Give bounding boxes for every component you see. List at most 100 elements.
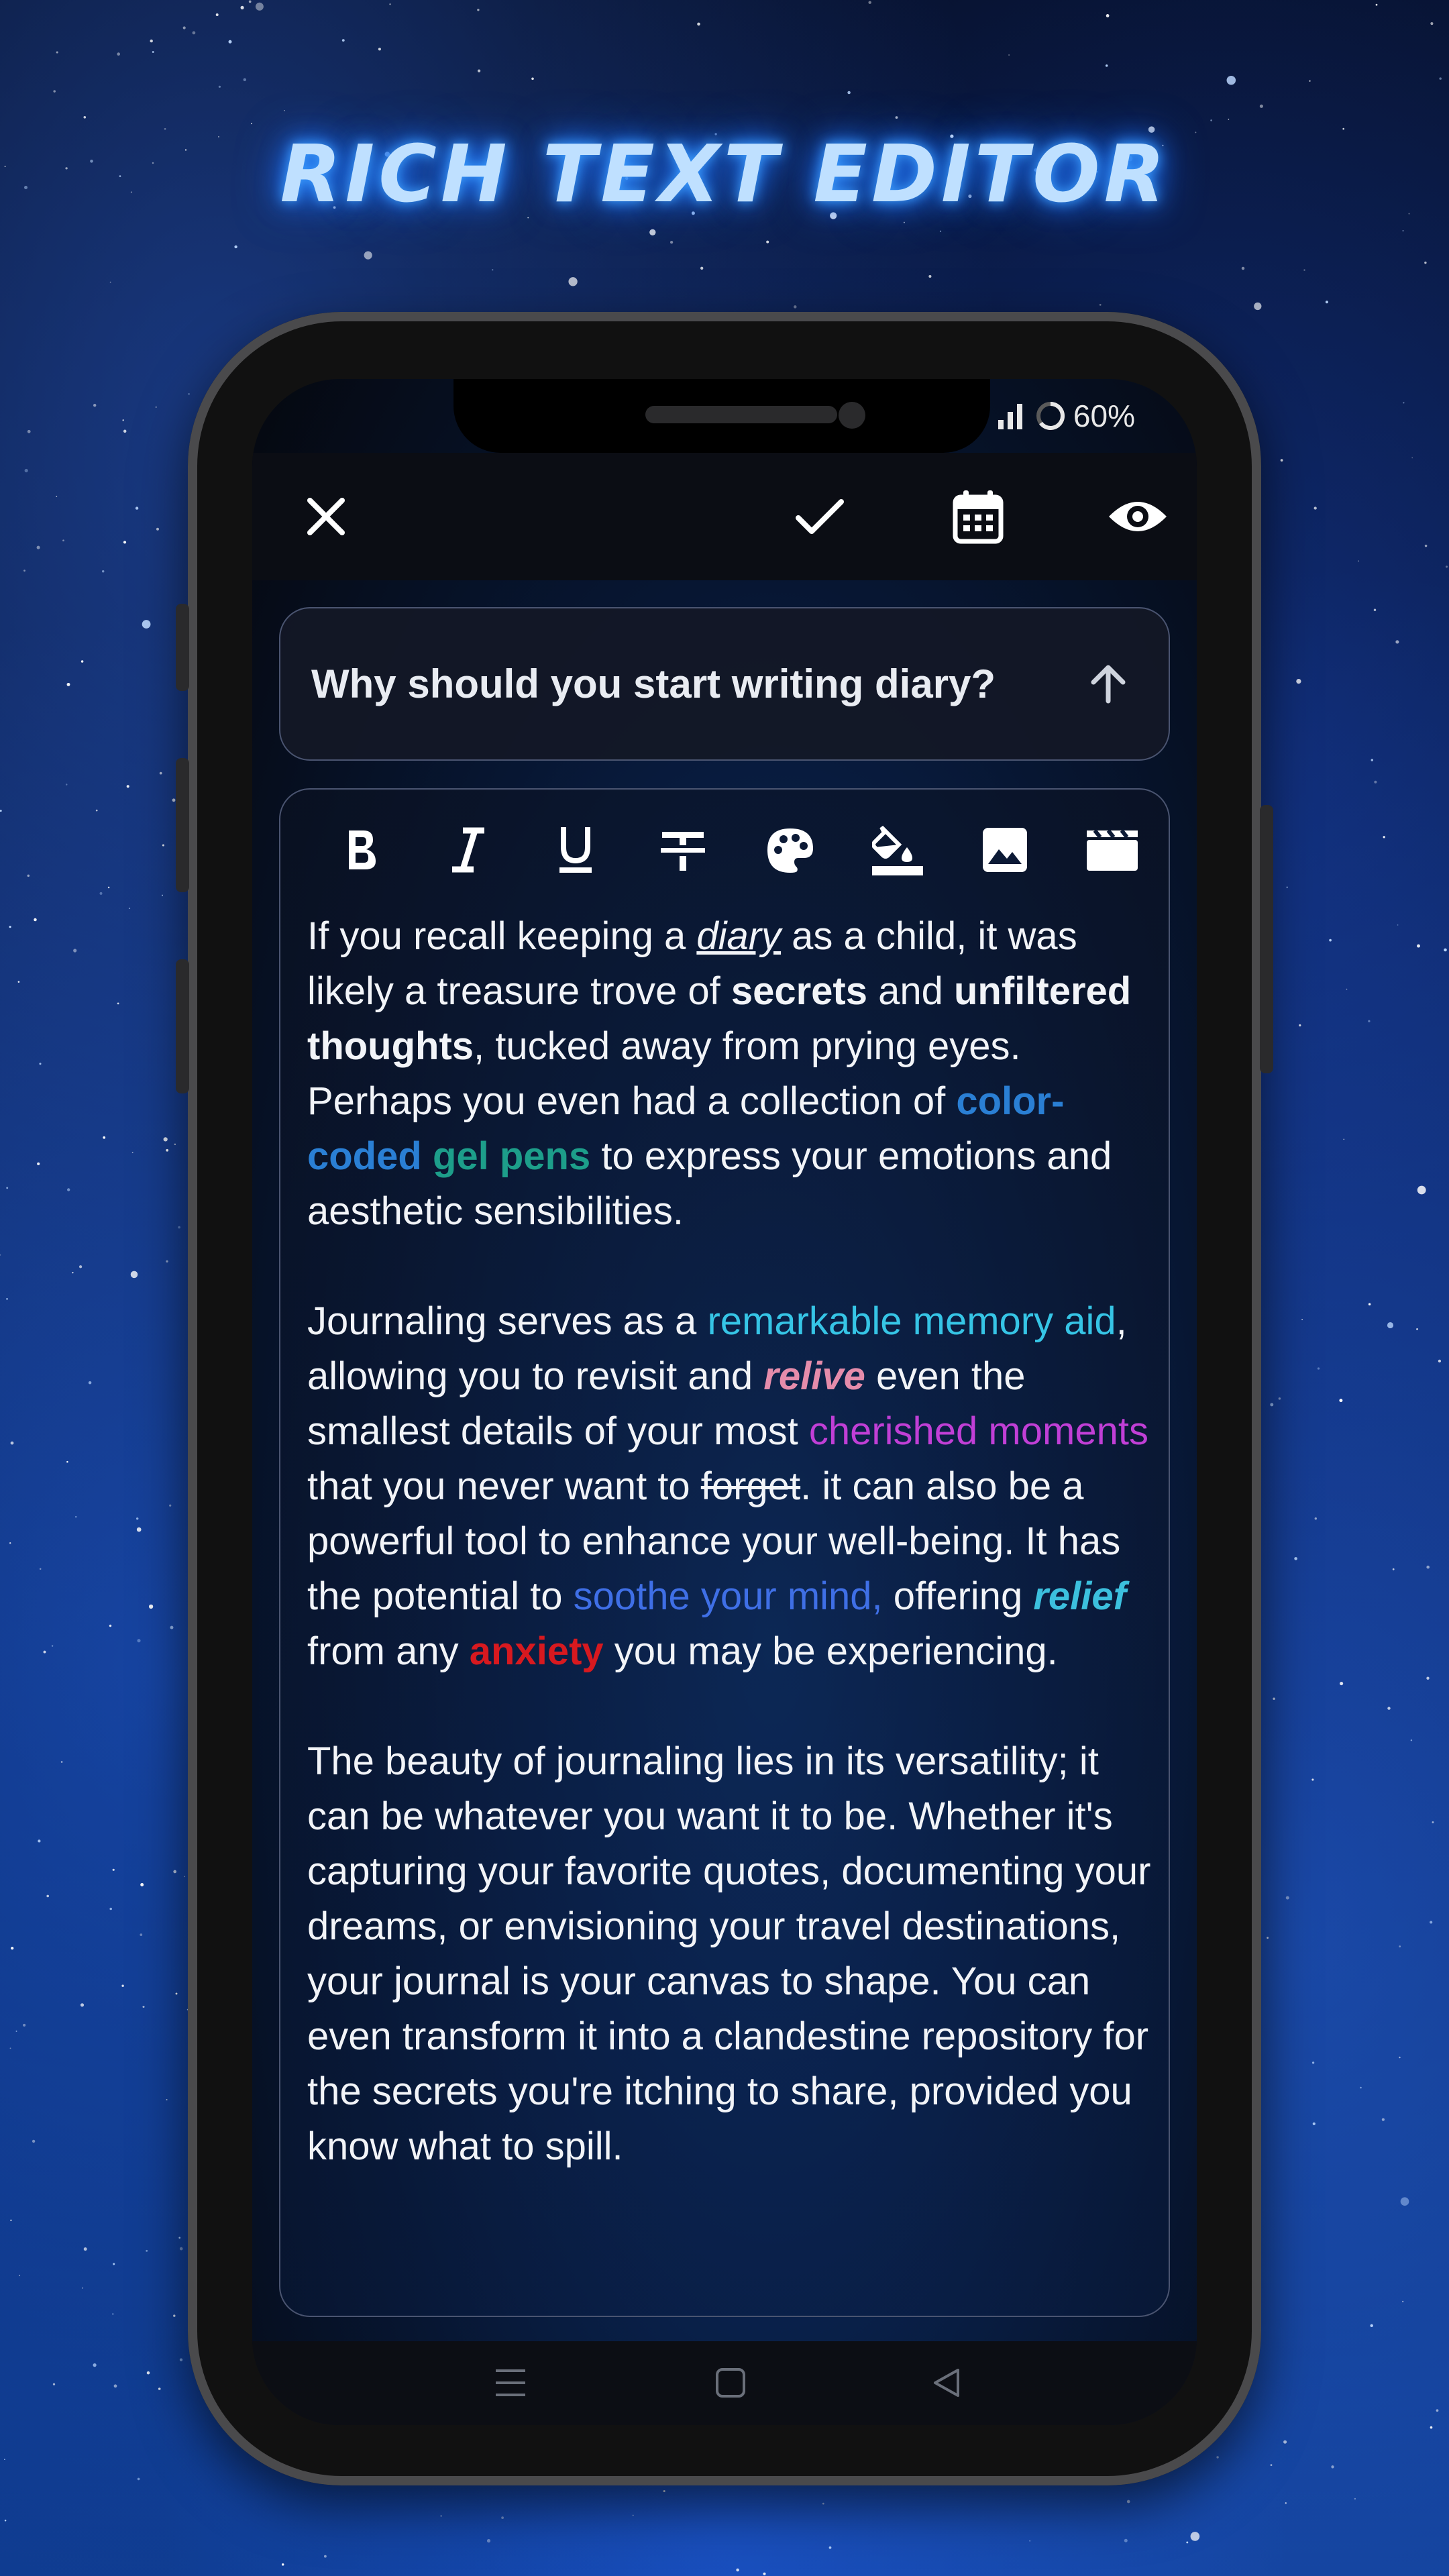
star <box>1283 2440 1287 2444</box>
star <box>46 1894 50 1898</box>
star <box>37 1162 40 1166</box>
star <box>23 570 25 572</box>
star <box>1216 2456 1219 2459</box>
insert-image-button[interactable] <box>965 810 1045 890</box>
star <box>192 31 196 35</box>
star <box>1373 608 1377 612</box>
star <box>9 926 11 928</box>
star <box>1430 1921 1433 1924</box>
star <box>492 269 494 271</box>
star <box>1392 1568 1395 1570</box>
star <box>67 1188 70 1191</box>
star <box>166 1260 168 1263</box>
star <box>62 539 64 542</box>
italic-button[interactable] <box>428 810 508 890</box>
save-button[interactable] <box>780 476 860 557</box>
star <box>11 1946 14 1950</box>
star <box>243 78 247 82</box>
star <box>736 2568 739 2572</box>
underline-button[interactable] <box>535 810 616 890</box>
text-run-colored: soothe your mind, <box>573 1574 883 1618</box>
signal-icon <box>998 404 1022 429</box>
star <box>486 2538 491 2543</box>
star <box>27 874 30 877</box>
star <box>1314 1517 1317 1520</box>
menu-nav-button[interactable] <box>480 2356 541 2410</box>
star <box>251 123 252 125</box>
star <box>1299 1024 1301 1027</box>
star <box>80 660 84 663</box>
star <box>6 1298 8 1300</box>
star <box>170 1625 174 1629</box>
text-run-colored: gel pens <box>432 1134 591 1178</box>
collapse-button[interactable] <box>1075 650 1142 717</box>
rich-text-editor[interactable]: If you recall keeping a diary as a child… <box>279 788 1170 2317</box>
star <box>1403 402 1405 404</box>
eye-icon <box>1109 502 1167 531</box>
star <box>649 229 656 235</box>
battery-icon <box>1036 401 1065 430</box>
star <box>1399 1945 1401 1947</box>
preview-button[interactable] <box>1097 476 1178 557</box>
editor-content[interactable]: If you recall keeping a diary as a child… <box>307 909 1152 2229</box>
star <box>568 277 578 286</box>
date-button[interactable] <box>938 476 1018 557</box>
star <box>6 1187 9 1189</box>
star <box>23 2023 26 2027</box>
back-nav-button[interactable] <box>916 2356 977 2410</box>
text-color-button[interactable] <box>750 810 830 890</box>
star <box>1383 836 1385 839</box>
star <box>1340 1682 1344 1686</box>
text-run: The beauty of journaling lies in its ver… <box>307 1739 1151 2168</box>
star <box>281 2563 284 2566</box>
home-nav-button[interactable] <box>700 2356 761 2410</box>
star <box>156 527 159 531</box>
star <box>82 2287 84 2289</box>
star <box>137 1639 141 1643</box>
text-run: that you never want to <box>307 1464 701 1508</box>
star <box>178 1226 180 1229</box>
star <box>868 1 871 4</box>
promo-title: Rich Text Editor <box>280 127 1169 220</box>
star <box>284 110 285 111</box>
star <box>1106 14 1110 17</box>
star <box>174 1143 176 1145</box>
star <box>1444 948 1447 952</box>
star <box>1270 2464 1273 2466</box>
star <box>10 2219 12 2221</box>
star <box>1354 2498 1356 2500</box>
insert-video-button[interactable] <box>1072 810 1152 890</box>
underline-icon <box>559 827 592 873</box>
strikethrough-button[interactable] <box>643 810 723 890</box>
star <box>1360 2086 1362 2089</box>
entry-title[interactable]: Why should you start writing diary? <box>311 608 996 759</box>
star <box>477 69 481 72</box>
arrow-up-icon <box>1091 665 1126 704</box>
star <box>39 1568 42 1570</box>
star <box>43 1650 46 1654</box>
star <box>17 981 20 983</box>
star <box>1186 2541 1189 2544</box>
star <box>1387 1322 1394 1329</box>
star <box>136 1517 139 1520</box>
star <box>113 2263 115 2265</box>
bold-button[interactable] <box>321 810 401 890</box>
star <box>1417 1185 1426 1195</box>
star <box>1430 2426 1433 2429</box>
close-button[interactable] <box>286 476 366 557</box>
star <box>107 886 110 889</box>
highlight-color-button[interactable] <box>857 810 938 890</box>
text-run: Journaling serves as a <box>307 1299 708 1343</box>
italic-icon <box>452 827 484 873</box>
star <box>93 2363 97 2367</box>
star <box>234 245 237 249</box>
entry-title-field[interactable]: Why should you start writing diary? <box>279 607 1170 761</box>
text-run: you may be experiencing. <box>603 1629 1058 1673</box>
star <box>1402 230 1404 231</box>
star <box>847 91 851 95</box>
star <box>56 51 58 54</box>
star <box>663 2489 665 2493</box>
star <box>179 2358 183 2361</box>
star <box>32 2139 36 2143</box>
battery-percent: 60% <box>1073 398 1135 433</box>
